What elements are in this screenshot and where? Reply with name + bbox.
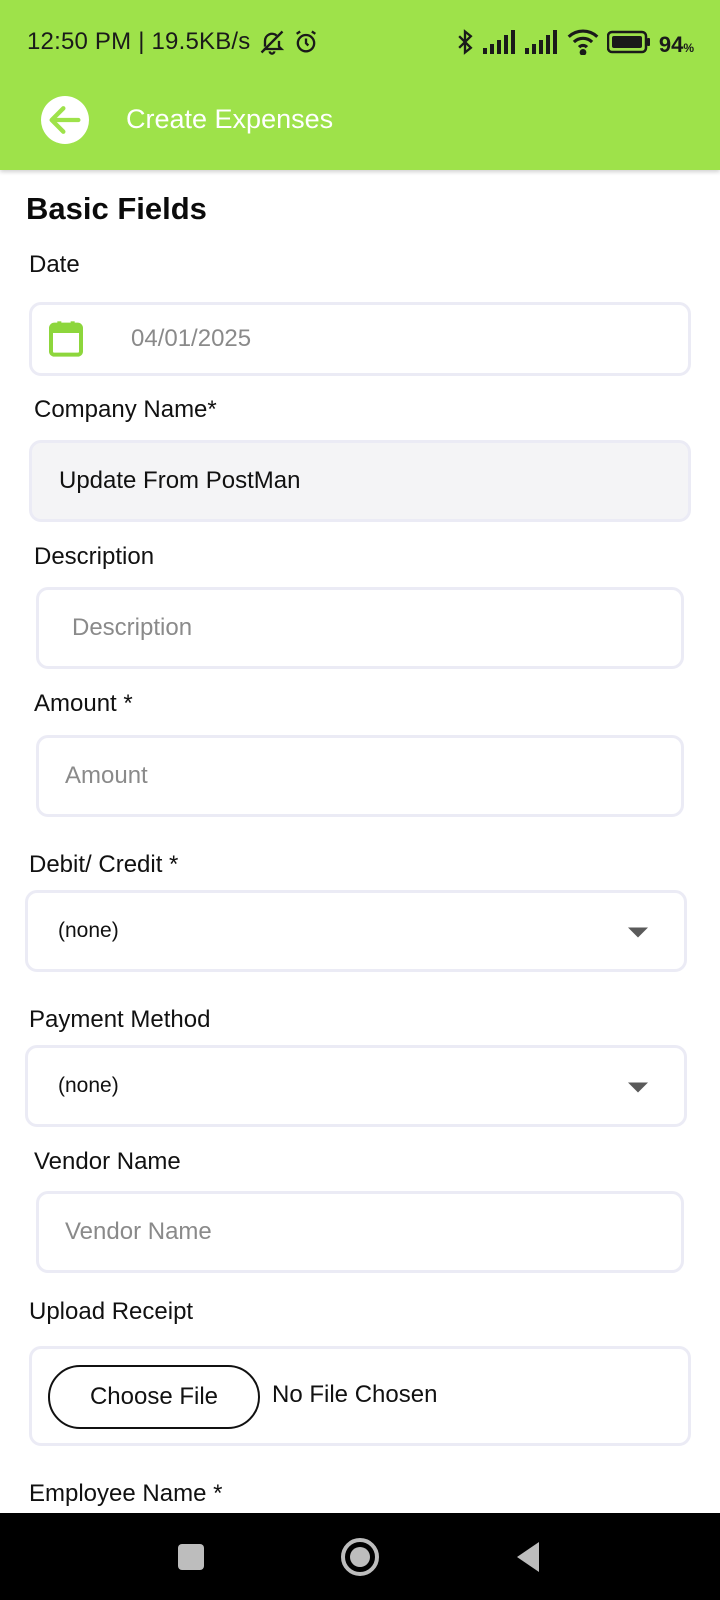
- section-title: Basic Fields: [26, 191, 207, 226]
- file-status: No File Chosen: [272, 1381, 438, 1408]
- description-input[interactable]: Description: [36, 587, 684, 669]
- alarm-clock-icon: [292, 28, 320, 61]
- triangle-back-icon: [517, 1541, 539, 1572]
- bell-muted-icon: [258, 28, 286, 61]
- company-name-value: Update From PostMan: [59, 467, 301, 494]
- vendor-name-placeholder: Vendor Name: [65, 1218, 212, 1245]
- page-title: Create Expenses: [126, 104, 334, 134]
- payment-method-select[interactable]: (none): [25, 1045, 687, 1127]
- recents-button[interactable]: [131, 1513, 251, 1600]
- square-icon: [178, 1543, 204, 1570]
- circle-home-icon: [341, 1537, 379, 1576]
- back-arrow-icon: [49, 106, 81, 134]
- home-button[interactable]: [300, 1513, 420, 1600]
- choose-file-button[interactable]: Choose File: [48, 1365, 260, 1429]
- company-name-field[interactable]: Update From PostMan: [29, 440, 691, 522]
- status-bar: 12:50 PM | 19.5KB/s 94%: [0, 0, 720, 88]
- employee-name-label: Employee Name *: [29, 1480, 223, 1507]
- signal-icon-sim2: [524, 30, 559, 59]
- company-name-label: Company Name*: [34, 396, 217, 423]
- app-header: 12:50 PM | 19.5KB/s 94% Create Expenses: [0, 0, 720, 170]
- vendor-name-label: Vendor Name: [34, 1148, 181, 1175]
- description-placeholder: Description: [72, 614, 193, 641]
- payment-method-label: Payment Method: [29, 1006, 211, 1033]
- amount-input[interactable]: Amount: [36, 735, 684, 817]
- vendor-name-input[interactable]: Vendor Name: [36, 1191, 684, 1273]
- system-nav-bar: [0, 1513, 720, 1600]
- date-field[interactable]: 04/01/2025: [29, 302, 691, 376]
- upload-receipt-field: Choose File No File Chosen: [29, 1346, 691, 1446]
- debit-credit-select[interactable]: (none): [25, 890, 687, 972]
- signal-icon-sim1: [482, 30, 517, 59]
- calendar-icon[interactable]: [46, 317, 86, 364]
- battery-percent: 94%: [658, 31, 694, 57]
- battery-icon: [606, 30, 651, 59]
- description-label: Description: [34, 543, 155, 570]
- bluetooth-icon: [455, 28, 475, 61]
- debit-credit-label: Debit/ Credit *: [29, 851, 179, 878]
- upload-receipt-label: Upload Receipt: [29, 1298, 194, 1325]
- status-notification-icons: [258, 28, 320, 61]
- debit-credit-selected: (none): [58, 919, 119, 942]
- status-system-icons: 94%: [455, 28, 694, 61]
- app-bar: Create Expenses: [0, 88, 720, 170]
- status-time: 12:50 PM | 19.5KB/s: [27, 28, 251, 55]
- date-label: Date: [29, 251, 80, 278]
- date-value: 04/01/2025: [131, 325, 252, 352]
- payment-method-selected: (none): [58, 1074, 119, 1097]
- system-back-button[interactable]: [468, 1513, 588, 1600]
- amount-placeholder: Amount: [65, 762, 148, 789]
- amount-label: Amount *: [34, 690, 133, 717]
- chevron-down-icon: [628, 927, 648, 938]
- back-button[interactable]: [41, 96, 89, 144]
- wifi-icon: [567, 29, 599, 60]
- chevron-down-icon: [628, 1082, 648, 1093]
